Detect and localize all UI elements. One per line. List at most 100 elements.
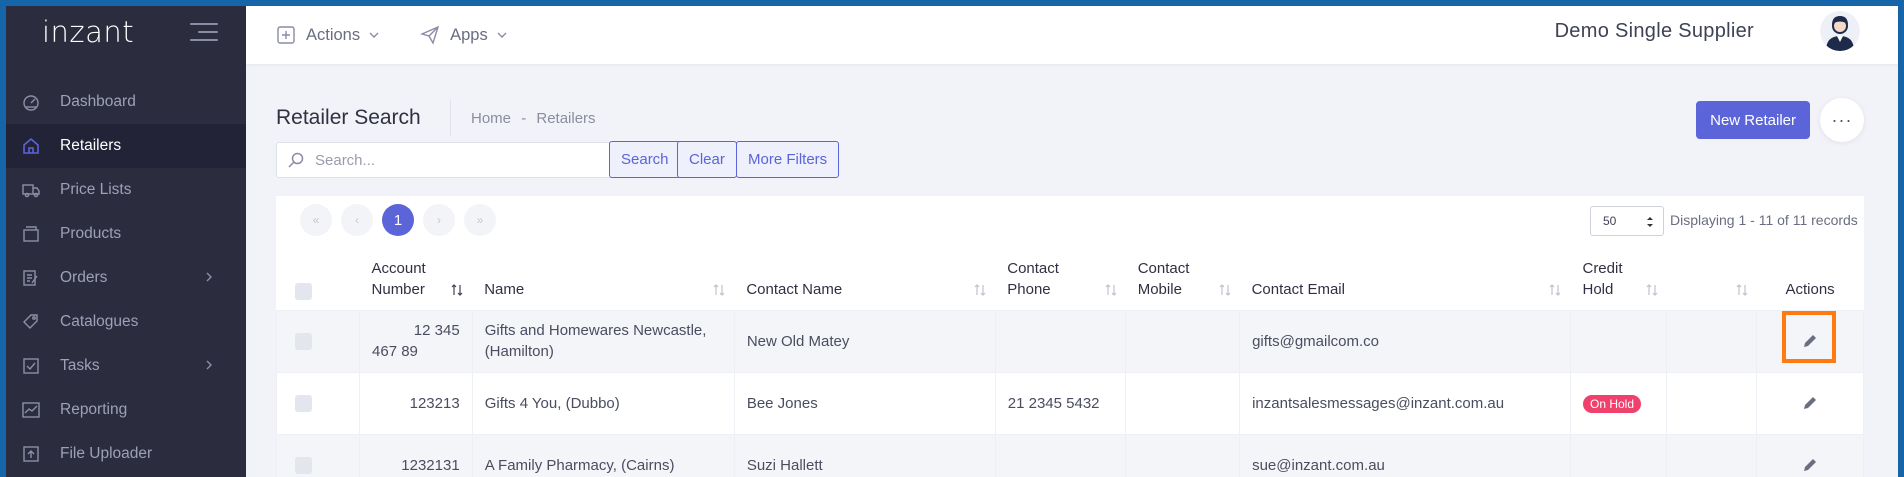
column-unlabeled[interactable]	[1666, 248, 1757, 311]
header-label: Account	[371, 259, 426, 277]
sidebar-item-label: Price Lists	[60, 181, 132, 198]
clear-button[interactable]: Clear	[677, 141, 737, 178]
column-contact-mobile[interactable]: Contact Mobile	[1125, 248, 1240, 311]
search-button[interactable]: Search	[609, 141, 681, 178]
last-page-button[interactable]: »	[464, 204, 496, 236]
prev-page-button[interactable]: ‹	[341, 204, 373, 236]
header-label: Name	[484, 280, 525, 298]
sort-icon[interactable]	[450, 283, 464, 297]
sidebar-item-price-lists[interactable]: Price Lists	[6, 168, 246, 212]
credit-hold-cell: On Hold	[1569, 371, 1668, 435]
actions-cell	[1756, 433, 1864, 477]
row-checkbox[interactable]	[295, 332, 312, 350]
edit-button[interactable]	[1769, 457, 1851, 473]
results-card: « ‹ 1 › » 50 Displaying 1 - 11 of 11 rec…	[275, 196, 1864, 477]
page-title: Retailer Search	[276, 106, 421, 129]
contact-name-cell: Bee Jones	[733, 371, 996, 435]
column-contact-email[interactable]: Contact Email	[1239, 248, 1571, 311]
sidebar-item-tasks[interactable]: Tasks	[6, 344, 246, 388]
page-size-select[interactable]: 50	[1590, 206, 1664, 236]
breadcrumb-separator: -	[521, 110, 527, 127]
sidebar-item-label: File Uploader	[60, 445, 153, 462]
apps-menu[interactable]: Apps	[420, 25, 508, 45]
pagination: « ‹ 1 › »	[300, 204, 496, 236]
column-name[interactable]: Name	[472, 248, 735, 311]
breadcrumb: Home - Retailers	[471, 110, 602, 127]
more-filters-button[interactable]: More Filters	[736, 141, 840, 178]
app-frame: inzant Dashboard Retailers Price Lists P…	[6, 6, 1898, 477]
next-page-button[interactable]: ›	[423, 204, 455, 236]
contact-name-cell: New Old Matey	[733, 309, 996, 373]
header-label: Contact	[1007, 259, 1059, 277]
user-avatar[interactable]	[1820, 11, 1860, 51]
chevron-right-icon	[206, 360, 212, 370]
sort-icon[interactable]	[712, 283, 726, 297]
extra-cell	[1666, 309, 1758, 373]
pencil-icon	[1804, 459, 1817, 471]
sidebar: inzant Dashboard Retailers Price Lists P…	[6, 6, 246, 477]
page-size-value: 50	[1603, 214, 1617, 228]
sidebar-item-file-uploader[interactable]: File Uploader	[6, 432, 246, 476]
name-line: Gifts and Homewares Newcastle,	[484, 322, 707, 339]
sort-icon[interactable]	[1735, 283, 1749, 297]
breadcrumb-current[interactable]: Retailers	[536, 110, 595, 127]
more-options-button[interactable]: ···	[1820, 98, 1864, 142]
contact-mobile-cell	[1125, 371, 1241, 435]
sidebar-item-orders[interactable]: Orders	[6, 256, 246, 300]
records-count: Displaying 1 - 11 of 11 records	[1670, 212, 1858, 228]
home-icon	[20, 136, 42, 156]
sort-icon[interactable]	[1548, 283, 1562, 297]
brand-logo[interactable]: inzant	[42, 15, 134, 49]
sidebar-item-label: Orders	[60, 269, 108, 286]
header-label: Hold	[1582, 280, 1614, 298]
sidebar-item-retailers[interactable]: Retailers	[6, 124, 246, 168]
supplier-name[interactable]: Demo Single Supplier	[1555, 20, 1754, 43]
row-select-cell	[275, 309, 361, 373]
row-checkbox[interactable]	[295, 456, 312, 474]
name-line: (Hamilton)	[484, 343, 554, 360]
table-header-row: Account Number Name Contact Name Contact…	[276, 248, 1864, 311]
header-label: Number	[371, 280, 425, 298]
column-contact-phone[interactable]: Contact Phone	[995, 248, 1126, 311]
header-label: Contact Email	[1251, 280, 1345, 298]
sort-icon[interactable]	[1104, 283, 1118, 297]
row-checkbox[interactable]	[295, 394, 312, 412]
column-contact-name[interactable]: Contact Name	[734, 248, 996, 311]
breadcrumb-home[interactable]: Home	[471, 110, 511, 127]
contact-phone-cell	[994, 433, 1127, 477]
sort-icon[interactable]	[973, 283, 987, 297]
sidebar-item-dashboard[interactable]: Dashboard	[6, 80, 246, 124]
account-number-line: 467 89	[372, 343, 418, 360]
actions-menu[interactable]: Actions	[276, 25, 380, 45]
column-account-number[interactable]: Account Number	[359, 248, 473, 311]
header-label: Actions	[1785, 280, 1835, 298]
title-divider	[450, 100, 451, 136]
retailers-table: Account Number Name Contact Name Contact…	[275, 248, 1864, 477]
table-row[interactable]: 12 345 467 89 Gifts and Homewares Newcast…	[275, 309, 1864, 373]
tags-icon	[20, 312, 42, 332]
select-all-checkbox[interactable]	[294, 282, 312, 300]
page-button-current[interactable]: 1	[382, 204, 414, 236]
table-row[interactable]: 123213 Gifts 4 You, (Dubbo) Bee Jones 21…	[275, 371, 1864, 435]
menu-toggle-icon[interactable]	[190, 22, 218, 42]
pencil-icon	[1804, 397, 1817, 409]
table-row[interactable]: 1232131 A Family Pharmacy, (Cairns) Suzi…	[275, 433, 1864, 477]
sort-icon[interactable]	[1645, 283, 1659, 297]
tasks-icon	[20, 356, 42, 376]
account-number-cell: 12 345 467 89	[359, 309, 473, 373]
first-page-button[interactable]: «	[300, 204, 332, 236]
sidebar-item-reporting[interactable]: Reporting	[6, 388, 246, 432]
sidebar-item-label: Products	[60, 225, 122, 242]
search-input[interactable]	[315, 151, 615, 169]
header-label: Phone	[1007, 280, 1051, 298]
new-retailer-button[interactable]: New Retailer	[1696, 101, 1810, 139]
sidebar-item-products[interactable]: Products	[6, 212, 246, 256]
search-field[interactable]	[276, 142, 651, 178]
edit-button[interactable]	[1769, 395, 1851, 411]
column-credit-hold[interactable]: Credit Hold	[1570, 248, 1667, 311]
sort-icon[interactable]	[1218, 283, 1232, 297]
edit-list-icon	[20, 268, 42, 288]
box-icon	[20, 224, 42, 244]
sidebar-item-label: Tasks	[60, 357, 100, 374]
sidebar-item-catalogues[interactable]: Catalogues	[6, 300, 246, 344]
